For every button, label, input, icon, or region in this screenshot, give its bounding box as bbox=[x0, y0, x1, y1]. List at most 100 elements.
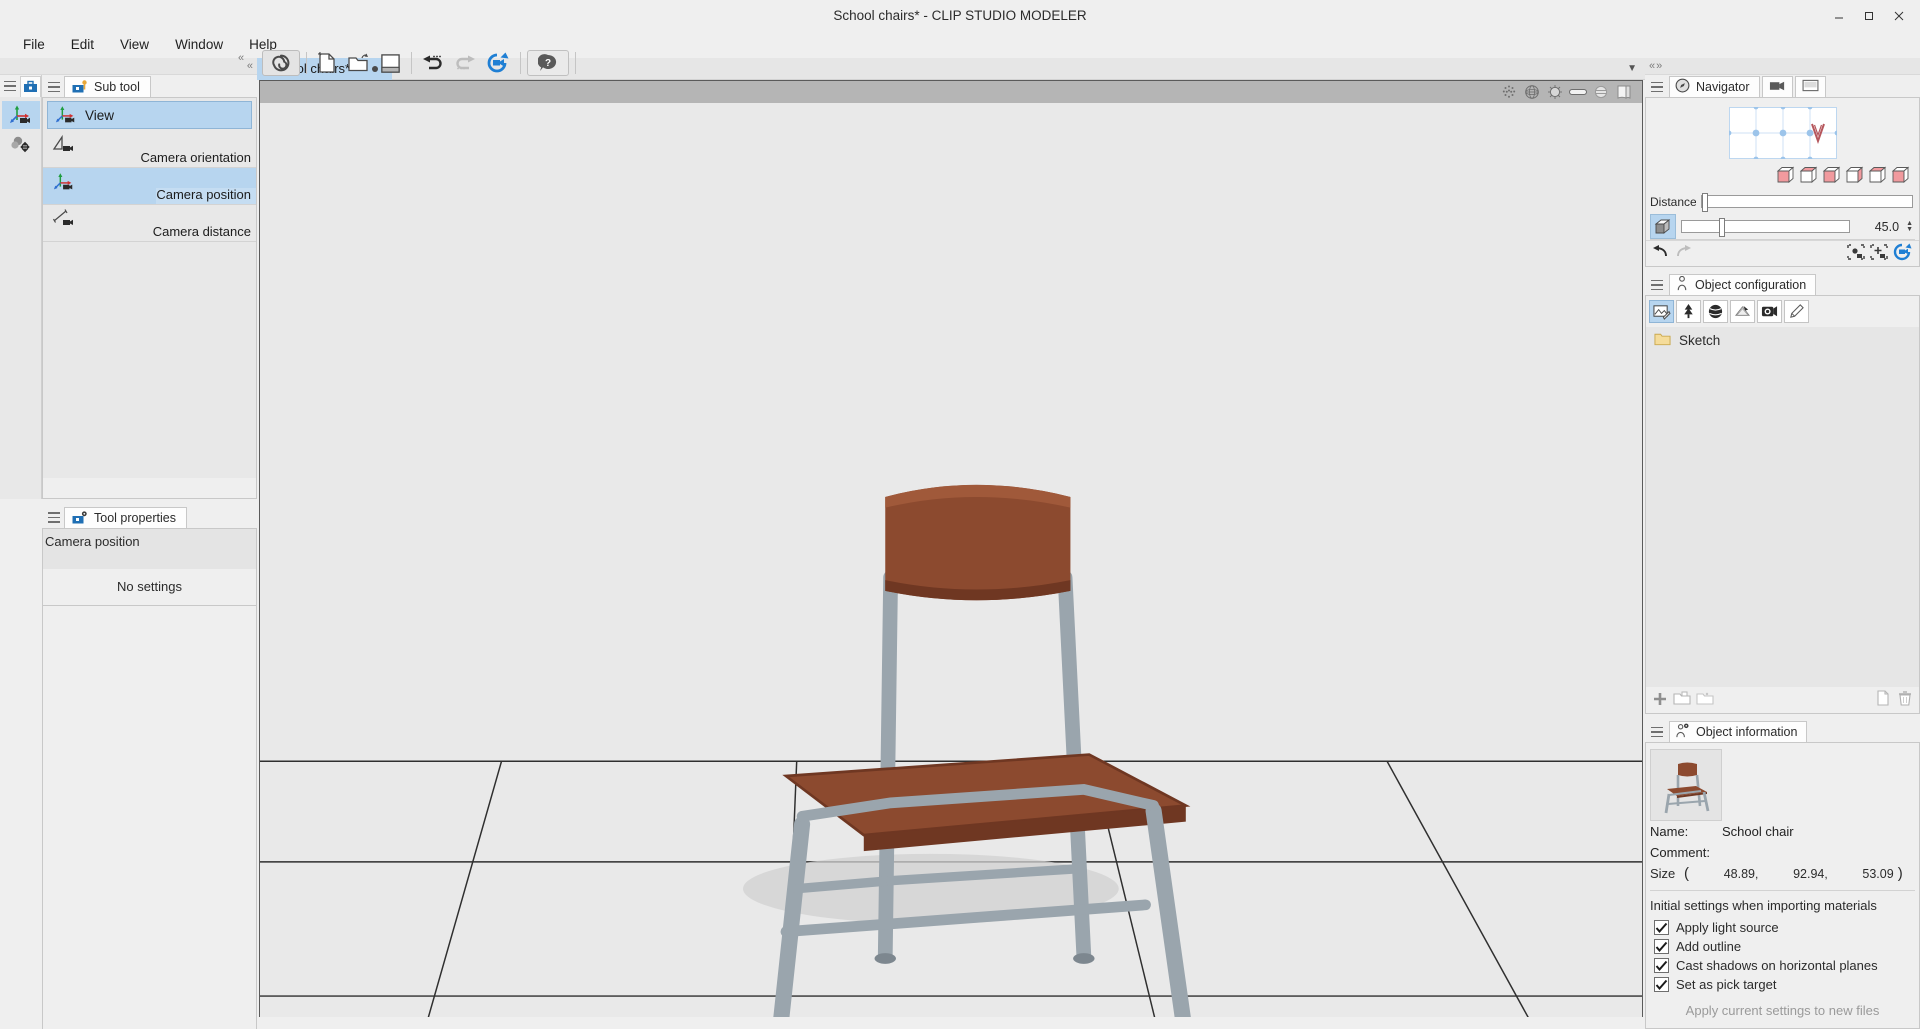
checkbox-apply-light-source[interactable]: Apply light source bbox=[1646, 918, 1919, 937]
page-display-icon[interactable] bbox=[1614, 83, 1634, 101]
duplicate-button[interactable] bbox=[1876, 690, 1890, 710]
material-category-icon[interactable] bbox=[1703, 300, 1728, 323]
angle-slider-knob[interactable] bbox=[1719, 218, 1725, 237]
object-size-z[interactable]: 53.09 bbox=[1832, 867, 1894, 881]
checkbox-add-outline[interactable]: Add outline bbox=[1646, 937, 1919, 956]
toolbar-collapse-icon[interactable]: « bbox=[238, 52, 244, 64]
tab-object-information[interactable]: Object information bbox=[1669, 721, 1807, 742]
menu-edit[interactable]: Edit bbox=[58, 33, 107, 56]
tool-properties-menu-icon[interactable] bbox=[44, 508, 64, 528]
tab-tool-properties[interactable]: Tool properties bbox=[64, 507, 187, 528]
collapse-left-icon[interactable]: « bbox=[247, 60, 252, 72]
object-information-tabbar: Object information bbox=[1645, 720, 1920, 742]
light-category-icon[interactable] bbox=[1730, 300, 1755, 323]
subtool-item-camera-position[interactable]: Camera position bbox=[43, 168, 256, 205]
shaded-display-icon[interactable] bbox=[1545, 83, 1565, 101]
object-size-x[interactable]: 48.89 bbox=[1693, 867, 1755, 881]
right-view-button[interactable] bbox=[1845, 166, 1865, 184]
redo-icon[interactable] bbox=[450, 50, 480, 76]
subtool-group-view[interactable]: View bbox=[47, 101, 252, 129]
bottom-view-button[interactable] bbox=[1891, 166, 1911, 184]
close-button[interactable] bbox=[1884, 4, 1914, 28]
left-panel-divider[interactable] bbox=[0, 499, 257, 506]
undo-icon[interactable] bbox=[418, 50, 448, 76]
object-configuration-list[interactable]: Sketch bbox=[1646, 327, 1919, 687]
checkbox-cast-shadows[interactable]: Cast shadows on horizontal planes bbox=[1646, 956, 1919, 975]
wireframe-display-icon[interactable] bbox=[1522, 83, 1542, 101]
subtool-item-camera-distance[interactable]: Camera distance bbox=[43, 205, 256, 242]
minimize-button[interactable] bbox=[1824, 4, 1854, 28]
menu-file[interactable]: File bbox=[10, 33, 58, 56]
checkbox-box[interactable] bbox=[1654, 939, 1669, 954]
tab-layout[interactable] bbox=[1795, 76, 1826, 97]
fit-selection-icon[interactable] bbox=[1847, 244, 1865, 263]
tab-object-configuration[interactable]: Object configuration bbox=[1669, 274, 1816, 295]
open-folder-button[interactable] bbox=[1696, 691, 1714, 710]
object-name-value[interactable]: School chair bbox=[1722, 824, 1794, 839]
document-tab-list-icon[interactable]: ▼ bbox=[1627, 63, 1637, 74]
new-folder-button[interactable] bbox=[1673, 691, 1691, 710]
subtool-item-camera-orientation[interactable]: Camera orientation bbox=[43, 131, 256, 168]
navigator-preview[interactable] bbox=[1646, 104, 1919, 162]
capsule-display-icon[interactable] bbox=[1591, 83, 1611, 101]
right-collapse-strip[interactable]: « » bbox=[1645, 58, 1920, 75]
add-item-button[interactable] bbox=[1652, 691, 1668, 710]
top-view-button[interactable] bbox=[1868, 166, 1888, 184]
object-move-tool-button[interactable] bbox=[2, 130, 40, 158]
camera-tool-button[interactable] bbox=[2, 101, 40, 129]
angle-spinner[interactable]: ▲▼ bbox=[1906, 221, 1913, 233]
left-collapse-strip[interactable]: « bbox=[0, 58, 257, 75]
back-view-button[interactable] bbox=[1799, 166, 1819, 184]
checkbox-box[interactable] bbox=[1654, 977, 1669, 992]
svg-text:?: ? bbox=[545, 58, 551, 69]
viewport-3d[interactable] bbox=[260, 103, 1642, 1017]
sketch-category-icon[interactable] bbox=[1649, 300, 1674, 323]
list-item-sketch[interactable]: Sketch bbox=[1646, 327, 1919, 353]
fit-all-icon[interactable] bbox=[1870, 244, 1888, 263]
checkbox-set-as-pick-target[interactable]: Set as pick target bbox=[1646, 975, 1919, 994]
tab-navigator[interactable]: Navigator bbox=[1669, 76, 1760, 97]
points-display-icon[interactable] bbox=[1499, 83, 1519, 101]
checkbox-box[interactable] bbox=[1654, 958, 1669, 973]
save-file-icon[interactable] bbox=[375, 50, 405, 76]
size-separator: , bbox=[1755, 867, 1762, 881]
perspective-toggle-button[interactable] bbox=[1650, 214, 1676, 239]
apply-settings-button[interactable]: Apply current settings to new files bbox=[1646, 994, 1919, 1024]
expand-right-icon[interactable]: » bbox=[1656, 60, 1661, 72]
object-configuration-menu-icon[interactable] bbox=[1647, 275, 1667, 295]
help-icon[interactable]: ? bbox=[527, 50, 569, 76]
distance-slider[interactable] bbox=[1701, 195, 1913, 208]
navigator-menu-icon[interactable] bbox=[1647, 77, 1667, 97]
angle-slider[interactable] bbox=[1681, 220, 1850, 233]
open-file-icon[interactable] bbox=[343, 50, 373, 76]
new-file-icon[interactable] bbox=[313, 50, 341, 76]
front-view-button[interactable] bbox=[1776, 166, 1796, 184]
camera-category-icon[interactable] bbox=[1757, 300, 1782, 323]
subtool-menu-icon[interactable] bbox=[44, 77, 64, 97]
redo-camera-icon[interactable] bbox=[1674, 244, 1692, 263]
object-category-icon[interactable] bbox=[1676, 300, 1701, 323]
object-size-y[interactable]: 92.94 bbox=[1762, 867, 1824, 881]
checkbox-box[interactable] bbox=[1654, 920, 1669, 935]
delete-button[interactable] bbox=[1897, 690, 1913, 710]
collapse-right-icon[interactable]: « bbox=[1649, 60, 1654, 72]
object-information-menu-icon[interactable] bbox=[1647, 722, 1667, 742]
left-view-button[interactable] bbox=[1822, 166, 1842, 184]
maximize-button[interactable] bbox=[1854, 4, 1884, 28]
reset-view-icon[interactable] bbox=[1893, 243, 1913, 264]
distance-slider-knob[interactable] bbox=[1702, 193, 1708, 212]
navigator-icon bbox=[1675, 78, 1690, 96]
undo-camera-icon[interactable] bbox=[1652, 244, 1670, 263]
subtool-item-label: Camera position bbox=[156, 188, 256, 204]
tab-camera[interactable] bbox=[1762, 76, 1793, 97]
menu-window[interactable]: Window bbox=[162, 33, 236, 56]
tool-menu-icon[interactable] bbox=[0, 76, 19, 96]
bone-display-icon[interactable] bbox=[1568, 83, 1588, 101]
menu-view[interactable]: View bbox=[107, 33, 162, 56]
tool-palette-tab[interactable] bbox=[20, 76, 41, 97]
reset-camera-icon[interactable] bbox=[482, 50, 514, 76]
brush-category-icon[interactable] bbox=[1784, 300, 1809, 323]
angle-value[interactable]: 45.0 bbox=[1855, 220, 1899, 234]
clip-studio-logo-icon[interactable] bbox=[262, 50, 300, 76]
tab-subtool[interactable]: Sub tool bbox=[64, 76, 151, 97]
